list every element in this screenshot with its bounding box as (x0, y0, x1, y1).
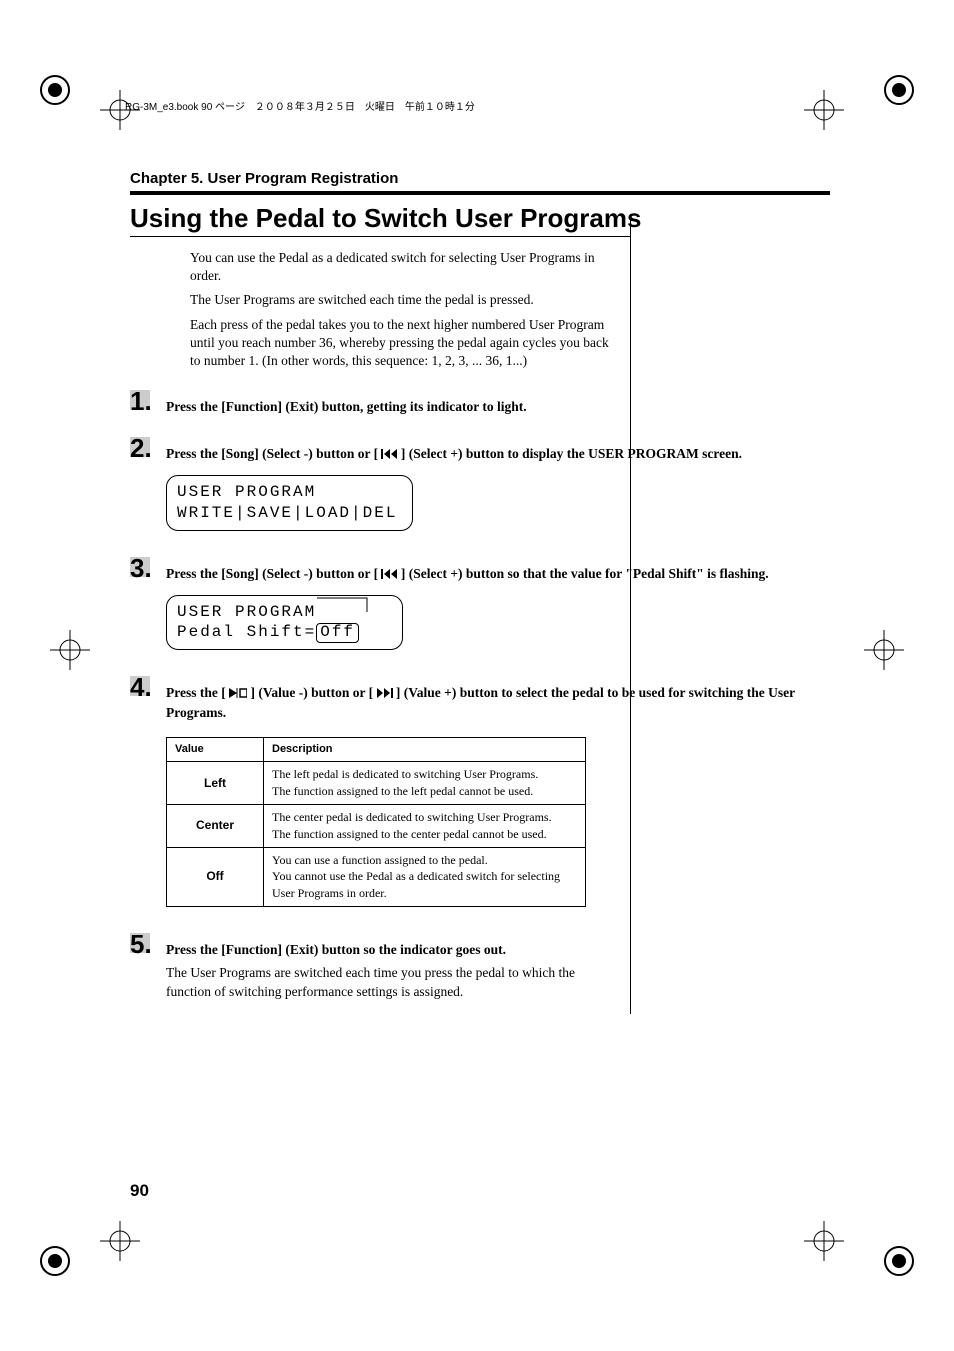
step-number: 2. (130, 435, 166, 462)
step-number: 3. (130, 555, 166, 582)
table-value: Left (167, 762, 264, 805)
step-text: Press the [Function] (Exit) button, gett… (166, 399, 527, 414)
crop-mark-icon (50, 630, 90, 670)
step-row: 5. Press the [Function] (Exit) button so… (130, 931, 830, 1002)
step-body-text: The User Programs are switched each time… (166, 964, 606, 1002)
registration-mark-icon (879, 1241, 919, 1281)
skip-back-icon (381, 566, 397, 585)
crop-mark-icon (804, 90, 844, 130)
table-row: Center The center pedal is dedicated to … (167, 804, 586, 847)
callout-line-icon (317, 594, 377, 612)
table-header: Value (167, 737, 264, 761)
step-text: Press the [ ] (Value -) button or [ ] (V… (166, 685, 795, 720)
step-row: 2. Press the [Song] (Select -) button or… (130, 435, 830, 536)
step-row: 4. Press the [ ] (Value -) button or [ ]… (130, 674, 830, 907)
step-text: Press the [Song] (Select -) button or [ … (166, 566, 769, 581)
play-stop-icon (229, 685, 247, 704)
step-number: 1. (130, 388, 166, 415)
registration-mark-icon (35, 1241, 75, 1281)
skip-back-icon (381, 446, 397, 465)
intro-paragraph: Each press of the pedal takes you to the… (190, 316, 620, 371)
step-row: 3. Press the [Song] (Select -) button or… (130, 555, 830, 656)
crop-mark-icon (100, 1221, 140, 1261)
skip-forward-icon (377, 685, 393, 704)
table-header: Description (264, 737, 586, 761)
lcd-line: Pedal Shift=Off (177, 622, 392, 643)
title-rule (130, 236, 630, 237)
step-row: 1. Press the [Function] (Exit) button, g… (130, 388, 830, 417)
step-number: 4. (130, 674, 166, 701)
table-description: The center pedal is dedicated to switchi… (264, 804, 586, 847)
table-row: Off You can use a function assigned to t… (167, 847, 586, 906)
page-number: 90 (130, 1181, 149, 1201)
lcd-display: USER PROGRAM Pedal Shift=Off (166, 595, 403, 651)
options-table: Value Description Left The left pedal is… (166, 737, 586, 907)
table-row: Left The left pedal is dedicated to swit… (167, 762, 586, 805)
intro-paragraph: The User Programs are switched each time… (190, 291, 620, 309)
crop-mark-icon (864, 630, 904, 670)
print-header-line: RG-3M_e3.book 90 ページ ２００８年３月２５日 火曜日 午前１０… (125, 98, 475, 113)
page-title: Using the Pedal to Switch User Programs (130, 203, 830, 234)
step-text: Press the [Function] (Exit) button so th… (166, 941, 830, 960)
intro-paragraph: You can use the Pedal as a dedicated swi… (190, 249, 620, 285)
lcd-line: WRITE|SAVE|LOAD|DEL (177, 503, 402, 524)
intro-block: You can use the Pedal as a dedicated swi… (190, 249, 620, 370)
table-description: You can use a function assigned to the p… (264, 847, 586, 906)
table-description: The left pedal is dedicated to switching… (264, 762, 586, 805)
lcd-line: USER PROGRAM (177, 482, 402, 503)
registration-mark-icon (879, 70, 919, 110)
table-value: Off (167, 847, 264, 906)
lcd-display: USER PROGRAM WRITE|SAVE|LOAD|DEL (166, 475, 413, 531)
lcd-flashing-value: Off (316, 623, 359, 643)
step-text: Press the [Song] (Select -) button or [ … (166, 446, 742, 461)
registration-mark-icon (35, 70, 75, 110)
table-value: Center (167, 804, 264, 847)
chapter-heading: Chapter 5. User Program Registration (130, 170, 830, 187)
table-header-row: Value Description (167, 737, 586, 761)
step-number: 5. (130, 931, 166, 958)
chapter-rule (130, 191, 830, 195)
crop-mark-icon (804, 1221, 844, 1261)
